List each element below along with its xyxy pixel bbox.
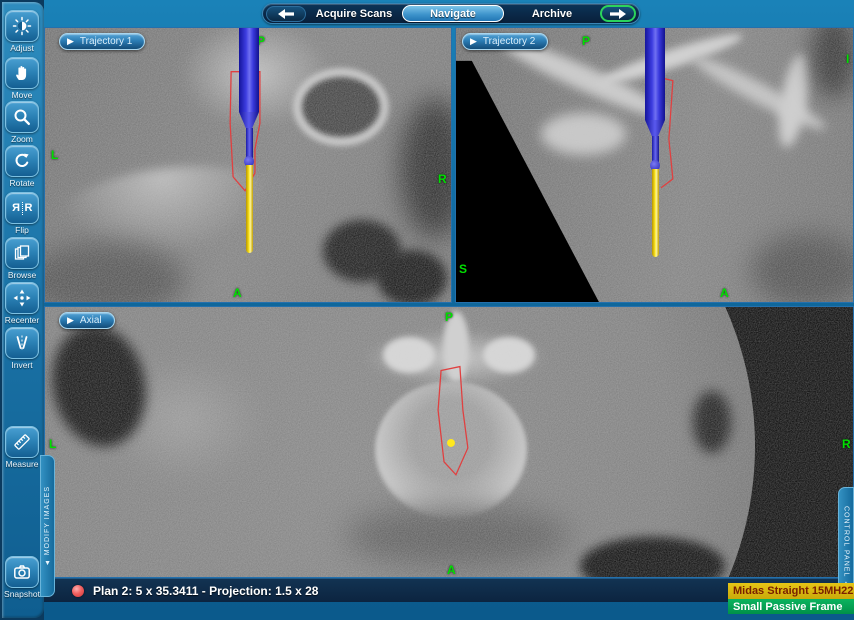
bone-structure — [375, 381, 527, 519]
tool-measure: Measure — [0, 426, 44, 469]
instrument-badges: Midas Straight 15MH22 Small Passive Fram… — [728, 583, 854, 614]
bone-structure — [541, 113, 626, 155]
play-icon: ▶ — [470, 37, 477, 46]
orientation-left: L — [51, 148, 58, 162]
trajectory1-button[interactable]: ▶ Trajectory 1 — [59, 33, 145, 50]
measure-button[interactable] — [5, 426, 39, 458]
tissue-shadow — [345, 505, 570, 567]
axial-label: Axial — [80, 315, 102, 326]
orientation-bottom: A — [233, 286, 242, 300]
flip-button[interactable]: RR — [5, 192, 39, 224]
plan-status-text: Plan 2: 5 x 35.3411 - Projection: 1.5 x … — [93, 584, 318, 598]
adjust-button[interactable] — [5, 10, 39, 42]
ruler-icon — [12, 432, 32, 452]
probe-tip — [244, 156, 254, 167]
tool-rotate: Rotate — [0, 145, 44, 188]
tool-move: Move — [0, 57, 44, 100]
orientation-right: R — [842, 437, 851, 451]
tab-archive[interactable]: Archive — [506, 8, 598, 20]
magnifier-icon — [12, 107, 32, 127]
rotate-icon — [12, 151, 32, 171]
bone-structure — [383, 337, 435, 373]
trajectory1-label: Trajectory 1 — [80, 36, 132, 47]
play-icon: ▶ — [67, 316, 74, 325]
tool-label: Recenter — [0, 315, 44, 325]
recenter-icon — [12, 288, 32, 308]
tool-browse: Browse — [0, 237, 44, 280]
tab-acquire-scans[interactable]: Acquire Scans — [308, 8, 400, 20]
recenter-button[interactable] — [5, 282, 39, 314]
rotate-button[interactable] — [5, 145, 39, 177]
collapse-arrow-icon: ▲ — [44, 558, 51, 566]
tool-flip: RR Flip — [0, 192, 44, 235]
viewport-trajectory2[interactable]: ▶ Trajectory 2 P S I A — [455, 27, 854, 303]
tab-navigate[interactable]: Navigate — [402, 5, 504, 22]
tool-snapshot: Snapshot — [0, 556, 44, 599]
tool-label: Rotate — [0, 178, 44, 188]
modify-images-tab[interactable]: ▲ MODIFY IMAGES — [40, 455, 55, 597]
trajectory2-label: Trajectory 2 — [483, 36, 535, 47]
snapshot-button[interactable] — [5, 556, 39, 588]
right-arrow-icon — [610, 9, 626, 19]
tool-label: Flip — [0, 225, 44, 235]
tissue-shadow — [693, 391, 731, 453]
modify-images-tab-label: ▲ MODIFY IMAGES — [44, 486, 51, 566]
bone-structure — [483, 337, 535, 373]
tissue-shadow — [751, 233, 854, 303]
next-step-button[interactable] — [600, 5, 636, 22]
play-icon: ▶ — [67, 37, 74, 46]
camera-icon — [12, 562, 32, 582]
tissue-shadow — [400, 98, 452, 238]
browse-button[interactable] — [5, 237, 39, 269]
tool-label: Snapshot — [0, 589, 44, 599]
plan-color-dot-icon — [72, 585, 84, 597]
pages-icon — [12, 243, 32, 263]
control-panel-tab-label: CONTROL PANEL ▲ — [843, 506, 850, 588]
tool-zoom: Zoom — [0, 101, 44, 144]
tool-label: Adjust — [0, 43, 44, 53]
prev-step-button[interactable] — [266, 6, 306, 22]
tool-adjust: Adjust — [0, 10, 44, 53]
bone-structure — [443, 311, 469, 383]
hand-icon — [12, 63, 32, 83]
toolbar-sidebar: Adjust Move Zoom Rotate — [0, 0, 44, 620]
zoom-button[interactable] — [5, 101, 39, 133]
tool-label: Zoom — [0, 134, 44, 144]
tool-recenter: Recenter — [0, 282, 44, 325]
tool-label: Invert — [0, 360, 44, 370]
flip-icon: RR — [12, 202, 33, 215]
tool-label: Measure — [0, 459, 44, 469]
move-button[interactable] — [5, 57, 39, 89]
left-arrow-icon — [278, 9, 294, 19]
brightness-icon — [12, 16, 32, 36]
tool-label: Browse — [0, 270, 44, 280]
axial-view-button[interactable]: ▶ Axial — [59, 312, 115, 329]
bone-structure — [293, 68, 389, 146]
tool-invert: Invert — [0, 327, 44, 370]
tool-label: Move — [0, 90, 44, 100]
probe-stem — [246, 128, 253, 158]
invert-button[interactable] — [5, 327, 39, 359]
trajectory2-button[interactable]: ▶ Trajectory 2 — [462, 33, 548, 50]
frame-badge: Small Passive Frame — [728, 599, 854, 614]
viewport-trajectory1[interactable]: ▶ Trajectory 1 P L R A — [44, 27, 452, 303]
tool-badge: Midas Straight 15MH22 — [728, 583, 854, 599]
invert-icon — [12, 333, 32, 353]
tissue-shadow — [377, 250, 447, 303]
viewport-axial[interactable]: ▶ Axial P L R A — [44, 306, 854, 578]
main-nav-tab-bar: Acquire Scans Navigate Archive — [262, 3, 640, 24]
